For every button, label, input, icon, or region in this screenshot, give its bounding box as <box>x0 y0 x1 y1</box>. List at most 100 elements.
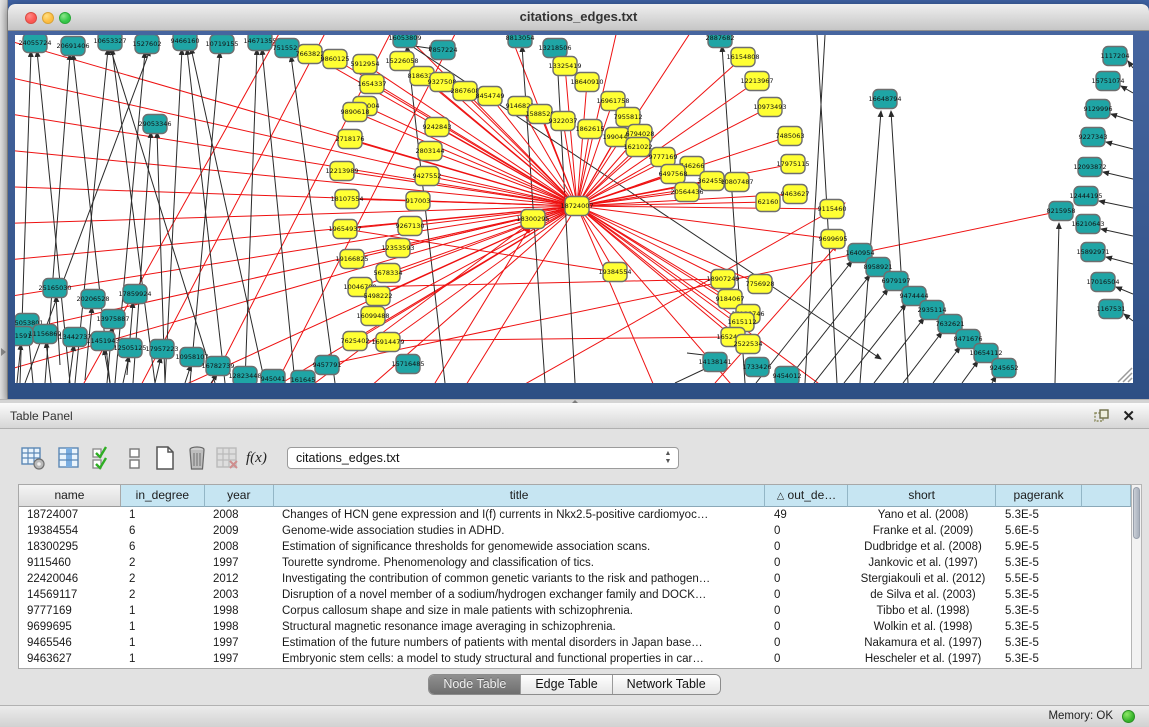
cell-short: Yano et al. (2008) <box>849 507 997 523</box>
cell-out_de: 0 <box>766 619 849 635</box>
column-header-spacer[interactable] <box>1082 485 1131 507</box>
graph-node-label: 9245652 <box>990 364 1019 372</box>
graph-node-label: 1733426 <box>743 363 772 371</box>
graph-node-label: 10719155 <box>205 40 238 48</box>
select-column-icon[interactable] <box>56 445 82 471</box>
column-header-title[interactable]: title <box>274 485 766 507</box>
deselect-rows-icon[interactable] <box>122 445 148 471</box>
graph-node-label: 12213967 <box>740 77 773 85</box>
graph-node-label: 18107554 <box>330 195 363 203</box>
cell-name: 22420046 <box>19 571 121 587</box>
table-row[interactable]: 1872400712008Changes of HCN gene express… <box>19 507 1131 523</box>
table-row[interactable]: 911546021997Tourette syndrome. Phenomeno… <box>19 555 1131 571</box>
network-canvas[interactable]: 2405572420691406106533271527602946616010… <box>15 35 1133 383</box>
network-view-desktop: citations_edges.txt 2 <box>0 0 1149 399</box>
citation-network-graph[interactable]: 2405572420691406106533271527602946616010… <box>15 35 1133 383</box>
table-row[interactable]: 946554611997Estimation of the future num… <box>19 635 1131 651</box>
node-table[interactable]: namein_degreeyeartitle△out_de…shortpager… <box>18 484 1131 669</box>
graph-node-label: 9463627 <box>781 190 810 198</box>
table-row[interactable]: 946362711997Embryonic stem cells: a mode… <box>19 651 1131 667</box>
table-row[interactable]: 2242004622012Investigating the contribut… <box>19 571 1131 587</box>
graph-edge <box>903 332 942 383</box>
graph-node-label: 7625402 <box>341 337 370 345</box>
graph-node-label: 18907249 <box>706 275 739 283</box>
column-header-short[interactable]: short <box>848 485 996 507</box>
cell-pagerank: 5.3E-5 <box>997 507 1083 523</box>
window-resize-grip[interactable] <box>1118 368 1132 382</box>
graph-node-label: 5912954 <box>351 60 380 68</box>
table-settings-icon[interactable] <box>20 445 46 471</box>
delete-table-icon-disabled <box>214 445 240 471</box>
dropdown-stepper-icon[interactable]: ▲▼ <box>662 450 674 466</box>
column-header-out_de…[interactable]: △out_de… <box>765 485 848 507</box>
scrollbar-thumb[interactable] <box>1133 487 1140 539</box>
graph-node-label: 18640910 <box>570 78 603 86</box>
graph-node-label: 7857224 <box>429 46 458 54</box>
close-panel-icon[interactable]: ✕ <box>1122 407 1135 425</box>
graph-node-label: 15226058 <box>385 57 418 65</box>
graph-node-label: 20691406 <box>56 42 89 50</box>
graph-edge <box>355 337 733 341</box>
graph-node-label: 9227343 <box>1079 133 1108 141</box>
table-row[interactable]: 977716911998Corpus callosum shape and si… <box>19 603 1131 619</box>
graph-edge <box>557 56 575 383</box>
cell-name: 9115460 <box>19 555 121 571</box>
cell-year: 1998 <box>205 603 274 619</box>
graph-node-label: 29053346 <box>138 120 171 128</box>
panel-expand-arrow-icon[interactable] <box>1 348 6 356</box>
select-all-rows-icon[interactable] <box>90 445 116 471</box>
tab-network-table[interactable]: Network Table <box>613 675 720 694</box>
network-window-titlebar[interactable]: citations_edges.txt <box>8 4 1149 31</box>
graph-node-label: 11156869 <box>28 330 61 338</box>
column-header-in_degree[interactable]: in_degree <box>121 485 205 507</box>
table-body[interactable]: 1872400712008Changes of HCN gene express… <box>19 507 1131 667</box>
graph-edge <box>123 356 129 383</box>
table-row[interactable]: 1938455462009Genome-wide association stu… <box>19 523 1131 539</box>
tab-edge-table[interactable]: Edge Table <box>521 675 612 694</box>
graph-node-label: 1640954 <box>846 249 875 257</box>
cell-year: 2008 <box>205 507 274 523</box>
new-table-icon[interactable] <box>152 445 178 471</box>
cell-title: Estimation of the future numbers of pati… <box>274 635 766 651</box>
cell-pagerank: 5.3E-5 <box>997 587 1083 603</box>
cell-name: 14569117 <box>19 587 121 603</box>
graph-node-label: 9457791 <box>313 361 342 369</box>
graph-node-label: 12213989 <box>325 167 358 175</box>
graph-node-label: 16782739 <box>201 362 234 370</box>
cell-name: 9465546 <box>19 635 121 651</box>
table-row[interactable]: 1830029562008Estimation of significance … <box>19 539 1131 555</box>
graph-node-label: 9184067 <box>716 295 745 303</box>
column-header-year[interactable]: year <box>205 485 274 507</box>
table-row[interactable]: 1456911722003Disruption of a novel membe… <box>19 587 1131 603</box>
graph-node-label: 14138141 <box>698 358 731 366</box>
graph-edge <box>1121 86 1133 93</box>
graph-node-label: 5678334 <box>374 269 403 277</box>
graph-node-label: 1167531 <box>1097 305 1126 313</box>
column-header-name[interactable]: name <box>19 485 121 507</box>
graph-node-label: 1862615 <box>576 125 605 133</box>
table-selector-dropdown[interactable]: citations_edges.txt ▲▼ <box>287 447 679 469</box>
cell-year: 2012 <box>205 571 274 587</box>
delete-trash-icon[interactable] <box>184 445 210 471</box>
graph-edge <box>577 82 587 206</box>
network-window[interactable]: citations_edges.txt 2 <box>8 4 1149 399</box>
graph-node-label: 8215958 <box>1047 207 1076 215</box>
cell-pagerank: 5.3E-5 <box>997 651 1083 667</box>
function-builder-icon[interactable]: f(x) <box>246 445 272 471</box>
graph-node-label: 8471676 <box>954 335 983 343</box>
cell-title: Disruption of a novel member of a sodium… <box>274 587 766 603</box>
column-header-pagerank[interactable]: pagerank <box>996 485 1082 507</box>
table-row[interactable]: 969969511998Structural magnetic resonanc… <box>19 619 1131 635</box>
graph-edge <box>1111 114 1133 121</box>
graph-node-label: 20564436 <box>670 188 703 196</box>
cell-short: Hescheler et al. (1997) <box>849 651 997 667</box>
cell-title: Investigating the contribution of common… <box>274 571 766 587</box>
float-panel-icon[interactable] <box>1094 409 1109 423</box>
table-header-row[interactable]: namein_degreeyeartitle△out_de…shortpager… <box>19 485 1131 507</box>
cell-year: 1997 <box>205 555 274 571</box>
graph-node-label: 8958921 <box>864 263 893 271</box>
cell-year: 1998 <box>205 619 274 635</box>
collapsed-control-panel-strip[interactable] <box>0 0 8 399</box>
tab-node-table[interactable]: Node Table <box>429 675 521 694</box>
table-vertical-scrollbar[interactable] <box>1131 484 1142 669</box>
